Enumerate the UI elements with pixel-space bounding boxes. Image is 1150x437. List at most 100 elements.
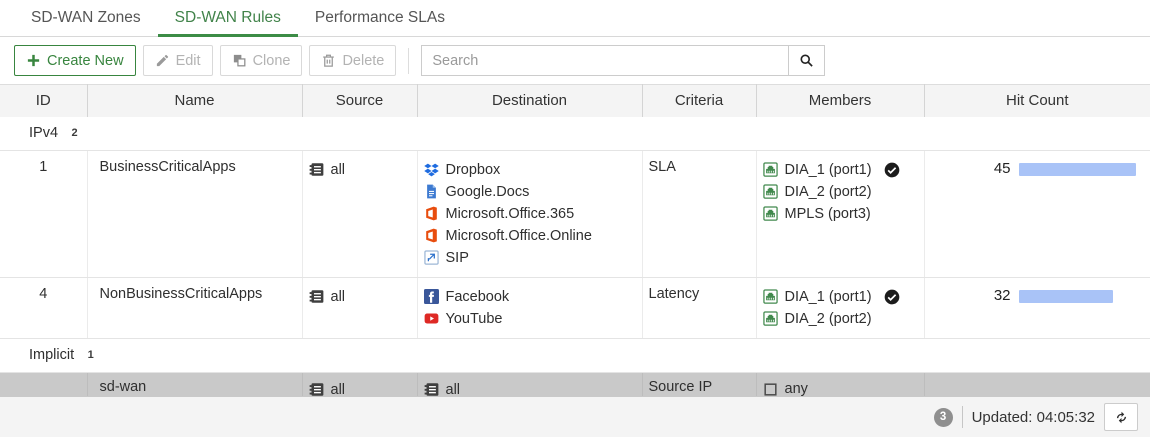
col-header-name[interactable]: Name <box>87 85 302 117</box>
rule-members-cell: DIA_1 (port1)DIA_2 (port2)MPLS (port3) <box>756 150 924 277</box>
interface-icon <box>763 162 778 177</box>
facebook-icon <box>424 289 439 304</box>
rule-criteria-cell: Latency <box>642 277 756 338</box>
address-book-icon <box>424 382 439 397</box>
col-header-id[interactable]: ID <box>0 85 87 117</box>
status-bar: 3 Updated: 04:05:32 <box>0 396 1150 437</box>
col-header-destination[interactable]: Destination <box>417 85 642 117</box>
google-docs-icon <box>424 184 439 199</box>
collapse-minus-icon <box>6 348 21 363</box>
check-circle-icon <box>884 162 900 178</box>
rule-name-cell: NonBusinessCriticalApps <box>87 277 302 338</box>
trash-icon <box>321 53 336 68</box>
entity-label: DIA_1 (port1) <box>785 286 872 308</box>
check-circle-icon <box>884 289 900 305</box>
col-header-members[interactable]: Members <box>756 85 924 117</box>
refresh-icon <box>1114 410 1129 425</box>
entity-label: all <box>331 286 346 308</box>
ms-office-icon <box>424 228 439 243</box>
entity-label: Dropbox <box>446 159 501 181</box>
group-count-badge: 2 <box>66 125 83 142</box>
updated-timestamp: Updated: 04:05:32 <box>972 409 1095 426</box>
interface-icon <box>763 289 778 304</box>
interface-icon <box>763 206 778 221</box>
address-book-icon <box>309 382 324 397</box>
member-entity[interactable]: DIA_2 (port2) <box>763 308 918 330</box>
entity-label: all <box>331 159 346 181</box>
any-icon <box>763 382 778 397</box>
group-label: Implicit <box>29 347 74 363</box>
dropbox-icon <box>424 162 439 177</box>
table-header-row: ID Name Source Destination Criteria Memb… <box>0 85 1150 117</box>
col-header-hit-count[interactable]: Hit Count <box>924 85 1150 117</box>
destination-entity[interactable]: Microsoft.Office.365 <box>424 203 636 225</box>
hit-count-bar <box>1019 163 1136 176</box>
rule-name: sd-wan <box>100 379 147 395</box>
destination-entity[interactable]: Dropbox <box>424 159 636 181</box>
source-entity[interactable]: all <box>309 159 411 181</box>
rule-id-cell: 1 <box>0 150 87 277</box>
destination-entity[interactable]: Google.Docs <box>424 181 636 203</box>
sdwan-rules-table: ID Name Source Destination Criteria Memb… <box>0 84 1150 410</box>
clone-label: Clone <box>253 53 291 69</box>
plus-icon <box>26 53 41 68</box>
tab-sdwan-zones[interactable]: SD-WAN Zones <box>14 0 158 36</box>
rule-destination-cell: DropboxGoogle.DocsMicrosoft.Office.365Mi… <box>417 150 642 277</box>
group-row-implicit[interactable]: Implicit1 <box>0 338 1150 372</box>
rule-row[interactable]: 4NonBusinessCriticalApps all FacebookYouTu… <box>0 277 1150 338</box>
tab-sdwan-rules[interactable]: SD-WAN Rules <box>158 0 298 36</box>
rule-criteria: SLA <box>649 159 676 175</box>
entity-label: Microsoft.Office.365 <box>446 203 575 225</box>
destination-entity[interactable]: Microsoft.Office.Online <box>424 225 636 247</box>
rule-id: 1 <box>39 159 47 175</box>
rule-hitcount-cell: 32 <box>924 277 1150 338</box>
search-input[interactable] <box>421 45 789 76</box>
destination-entity[interactable]: SIP <box>424 247 636 269</box>
entity-label: Facebook <box>446 286 510 308</box>
rule-destination-cell: FacebookYouTube <box>417 277 642 338</box>
member-entity[interactable]: DIA_1 (port1) <box>763 159 918 181</box>
search-button[interactable] <box>789 45 825 76</box>
rule-source-cell: all <box>302 150 417 277</box>
rule-criteria: Latency <box>649 286 700 302</box>
hit-count-bar <box>1019 290 1113 303</box>
search-icon <box>799 53 814 68</box>
entity-label: MPLS (port3) <box>785 203 871 225</box>
col-header-criteria[interactable]: Criteria <box>642 85 756 117</box>
rule-id-cell: 4 <box>0 277 87 338</box>
sip-icon <box>424 250 439 265</box>
member-entity[interactable]: MPLS (port3) <box>763 203 918 225</box>
group-row-ipv4[interactable]: IPv4 2 <box>0 117 1150 151</box>
entity-label: DIA_2 (port2) <box>785 308 872 330</box>
source-entity[interactable]: all <box>309 286 411 308</box>
create-new-button[interactable]: Create New <box>14 45 136 76</box>
destination-entity[interactable]: Facebook <box>424 286 636 308</box>
entity-label: Microsoft.Office.Online <box>446 225 592 247</box>
clone-button[interactable]: Clone <box>220 45 303 76</box>
col-header-source[interactable]: Source <box>302 85 417 117</box>
interface-icon <box>763 311 778 326</box>
entity-label: YouTube <box>446 308 503 330</box>
youtube-icon <box>424 311 439 326</box>
entity-label: DIA_2 (port2) <box>785 181 872 203</box>
delete-button[interactable]: Delete <box>309 45 396 76</box>
refresh-button[interactable] <box>1104 403 1138 431</box>
entity-label: SIP <box>446 247 469 269</box>
member-entity[interactable]: DIA_1 (port1) <box>763 286 918 308</box>
destination-entity[interactable]: YouTube <box>424 308 636 330</box>
ms-office-icon <box>424 206 439 221</box>
group-label: IPv4 <box>29 125 58 141</box>
edit-button[interactable]: Edit <box>143 45 213 76</box>
entity-label: Google.Docs <box>446 181 530 203</box>
search-box <box>421 45 825 76</box>
interface-icon <box>763 184 778 199</box>
pencil-icon <box>155 53 170 68</box>
toolbar-separator <box>408 48 409 74</box>
rule-name: BusinessCriticalApps <box>100 159 236 175</box>
member-entity[interactable]: DIA_2 (port2) <box>763 181 918 203</box>
rule-members-cell: DIA_1 (port1)DIA_2 (port2) <box>756 277 924 338</box>
rule-row[interactable]: 1 BusinessCriticalApps all DropboxGoogle.Do… <box>0 150 1150 277</box>
tab-performance-slas[interactable]: Performance SLAs <box>298 0 462 36</box>
address-book-icon <box>309 289 324 304</box>
rule-criteria: Source IP <box>649 379 713 395</box>
